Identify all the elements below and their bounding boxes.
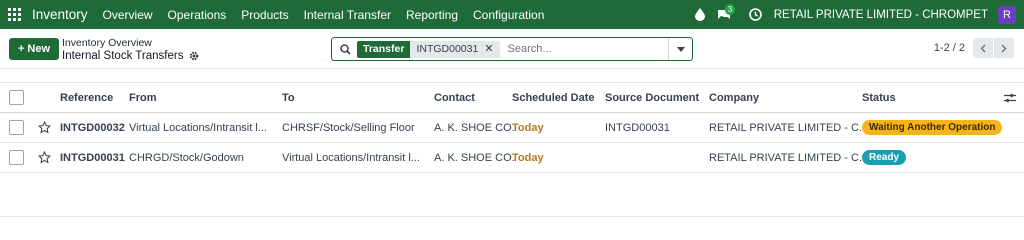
status-badge: Waiting Another Operation — [862, 120, 1003, 135]
pager-next-button[interactable] — [994, 38, 1014, 58]
cell-scheduled-date: Today — [512, 151, 544, 164]
close-icon[interactable]: ✕ — [484, 41, 493, 58]
chevron-right-icon — [1001, 44, 1007, 52]
pager-value[interactable]: 1-2 / 2 — [934, 42, 965, 54]
column-reference[interactable]: Reference — [60, 83, 113, 112]
control-panel: + New Inventory Overview Internal Stock … — [0, 29, 1024, 69]
new-button[interactable]: + New — [9, 38, 59, 60]
cell-reference: INTGD00032 — [60, 121, 125, 134]
cell-reference: INTGD00031 — [60, 151, 125, 164]
cell-from: Virtual Locations/Intransit l... — [129, 121, 267, 134]
caret-down-icon — [676, 46, 685, 52]
facet-value: INTGD00031 ✕ — [410, 40, 500, 58]
menu-overview[interactable]: Overview — [103, 8, 153, 22]
pager-previous-button[interactable] — [973, 38, 993, 58]
select-all-checkbox[interactable] — [9, 90, 24, 105]
user-avatar[interactable]: R — [998, 5, 1016, 24]
table-row[interactable]: INTGD00032 Virtual Locations/Intransit l… — [0, 113, 1024, 143]
gear-icon[interactable] — [189, 51, 199, 61]
column-options-icon[interactable] — [1004, 83, 1016, 112]
facet-key: Transfer — [357, 40, 411, 58]
apps-menu-icon[interactable] — [0, 0, 28, 29]
menu-internal-transfer[interactable]: Internal Transfer — [304, 8, 391, 22]
table-header: Reference From To Contact Scheduled Date… — [0, 82, 1024, 113]
menu-products[interactable]: Products — [241, 8, 288, 22]
company-switcher[interactable]: RETAIL PRIVATE LIMITED - CHROMPET — [774, 9, 988, 21]
breadcrumb: Inventory Overview Internal Stock Transf… — [62, 38, 199, 63]
transfers-table: Reference From To Contact Scheduled Date… — [0, 82, 1024, 217]
cell-company: RETAIL PRIVATE LIMITED - C... — [709, 151, 869, 164]
star-icon[interactable] — [38, 113, 51, 142]
cell-from: CHRGD/Stock/Godown — [129, 151, 244, 164]
pager: 1-2 / 2 — [934, 38, 1014, 58]
search-options-toggle[interactable] — [668, 38, 692, 60]
plus-icon: + — [17, 43, 25, 55]
menu-configuration[interactable]: Configuration — [473, 8, 544, 22]
new-button-label: New — [27, 43, 51, 55]
chat-icon[interactable]: 3 — [717, 3, 736, 21]
messages-badge: 3 — [724, 3, 736, 15]
clock-icon[interactable] — [748, 8, 762, 21]
cell-contact: A. K. SHOE CO. — [434, 121, 515, 134]
breadcrumb-parent[interactable]: Inventory Overview — [62, 38, 199, 49]
column-from[interactable]: From — [129, 83, 157, 112]
cell-to: Virtual Locations/Intransit l... — [282, 151, 420, 164]
page-title: Internal Stock Transfers — [62, 50, 184, 62]
search-facet: Transfer INTGD00031 ✕ — [357, 40, 500, 58]
cell-contact: A. K. SHOE CO. — [434, 151, 515, 164]
column-source-document[interactable]: Source Document — [605, 83, 699, 112]
row-checkbox[interactable] — [9, 120, 24, 135]
chevron-left-icon — [980, 44, 986, 52]
menu-reporting[interactable]: Reporting — [406, 8, 458, 22]
column-company[interactable]: Company — [709, 83, 759, 112]
search-icon — [340, 43, 351, 55]
column-contact[interactable]: Contact — [434, 83, 475, 112]
cell-source-document: INTGD00031 — [605, 121, 670, 134]
app-title[interactable]: Inventory — [32, 7, 88, 22]
facet-value-text: INTGD00031 — [416, 42, 479, 55]
row-checkbox[interactable] — [9, 150, 24, 165]
menu-operations[interactable]: Operations — [168, 8, 227, 22]
search-bar: Transfer INTGD00031 ✕ — [331, 37, 693, 61]
drop-icon[interactable] — [694, 8, 705, 21]
status-badge: Ready — [862, 150, 907, 165]
search-input[interactable] — [507, 43, 668, 55]
table-empty-space — [0, 173, 1024, 217]
star-icon[interactable] — [38, 143, 51, 172]
top-navbar: Inventory Overview Operations Products I… — [0, 0, 1024, 29]
breadcrumb-current: Internal Stock Transfers — [62, 49, 199, 63]
cell-scheduled-date: Today — [512, 121, 544, 134]
column-scheduled-date[interactable]: Scheduled Date — [512, 83, 595, 112]
table-row[interactable]: INTGD00031 CHRGD/Stock/Godown Virtual Lo… — [0, 143, 1024, 173]
cell-company: RETAIL PRIVATE LIMITED - C... — [709, 121, 869, 134]
column-to[interactable]: To — [282, 83, 295, 112]
cell-to: CHRSF/Stock/Selling Floor — [282, 121, 415, 134]
column-status[interactable]: Status — [862, 83, 896, 112]
